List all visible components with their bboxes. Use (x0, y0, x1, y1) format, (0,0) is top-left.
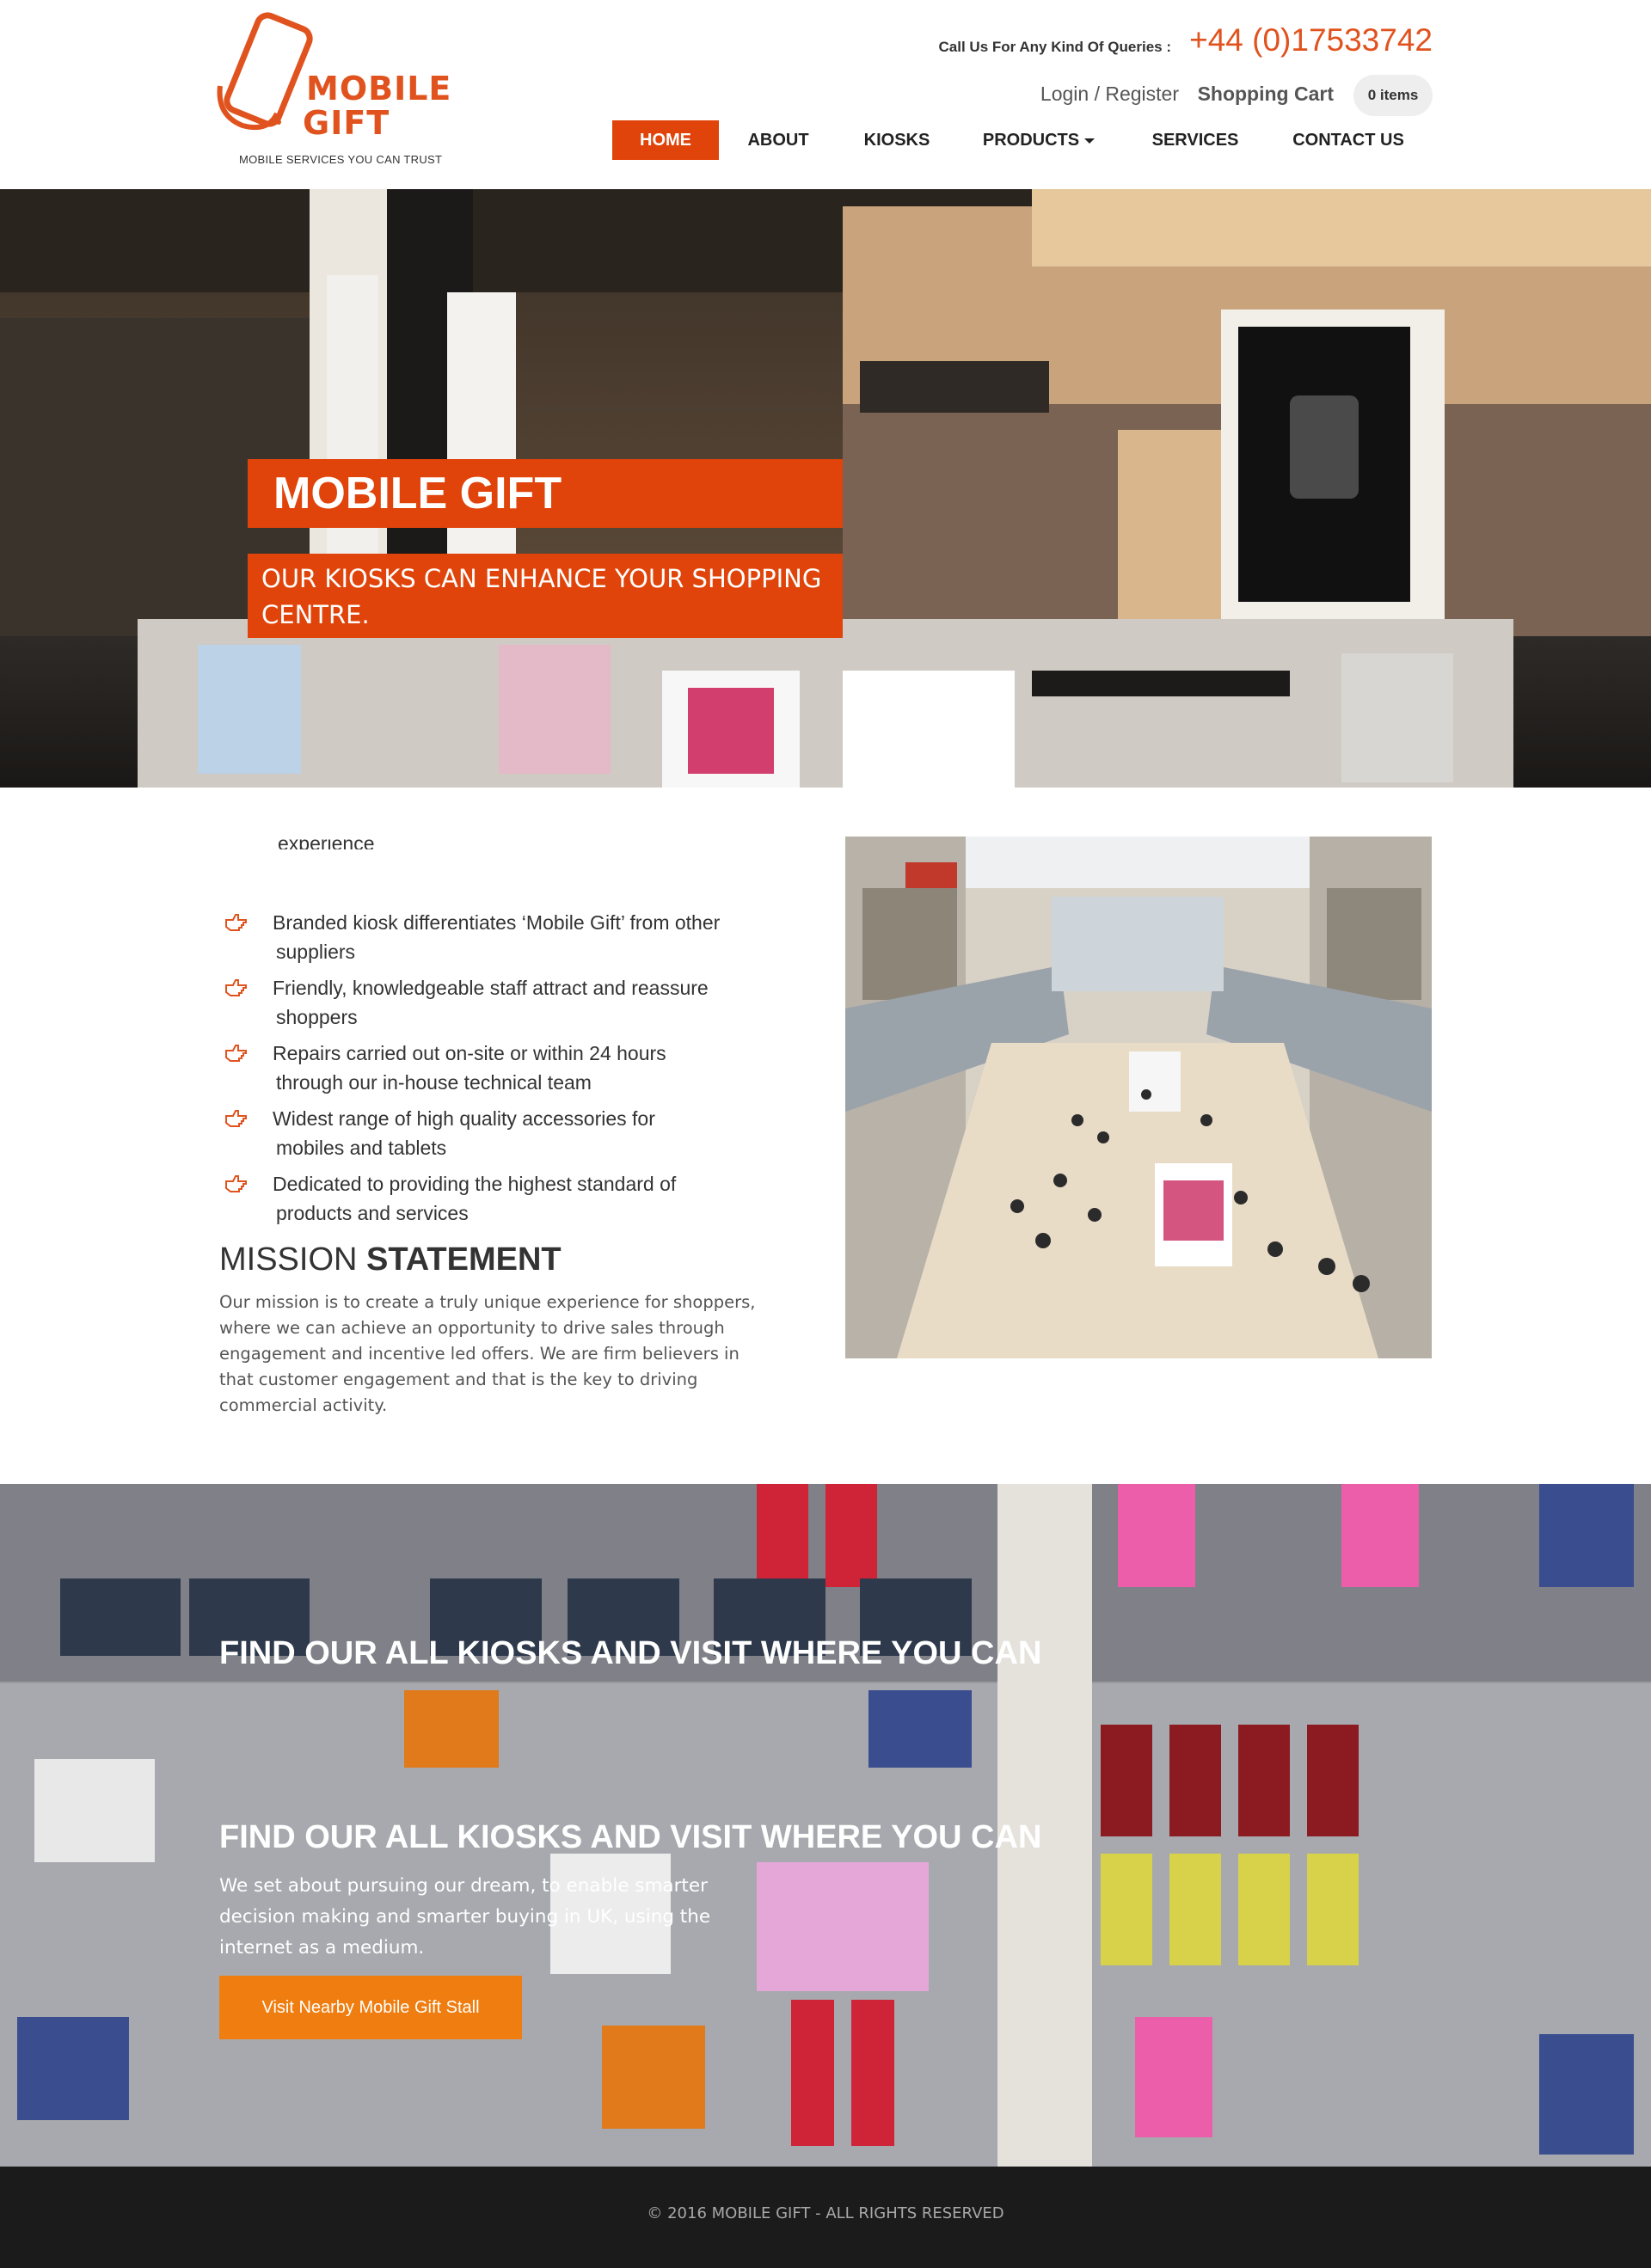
mall-photo (845, 837, 1432, 1358)
feature-line2: suppliers (276, 941, 356, 963)
logo-tagline: MOBILE SERVICES YOU CAN TRUST (239, 153, 443, 166)
feature-line2: through our in-house technical team (276, 1071, 592, 1094)
feature-line1: Friendly, knowledgeable staff attract an… (273, 977, 709, 999)
hand-pointer-icon (225, 979, 247, 996)
phone-number[interactable]: +44 (0)17533742 (1189, 22, 1433, 58)
caret-down-icon (1084, 138, 1096, 144)
logo-text-gift: GIFT (303, 104, 390, 142)
shopping-cart-link[interactable]: Shopping Cart (1198, 83, 1334, 106)
cart-items-badge[interactable]: 0 items (1353, 75, 1433, 116)
hero-banner: MOBILE GIFT OUR KIOSKS CAN ENHANCE YOUR … (0, 189, 1651, 788)
feature-line1: Dedicated to providing the highest stand… (273, 1173, 677, 1195)
hero-subtitle: OUR KIOSKS CAN ENHANCE YOUR SHOPPING CEN… (248, 554, 843, 638)
call-label: Call Us For Any Kind Of Queries : (938, 39, 1171, 55)
feature-line1: Widest range of high quality accessories… (273, 1107, 655, 1130)
mission-heading-bold: STATEMENT (366, 1241, 562, 1278)
shopping-mall-image (845, 837, 1432, 1358)
hand-pointer-icon (225, 914, 247, 931)
feature-text: Widest range of high quality accessories… (273, 1104, 771, 1162)
nav-home[interactable]: HOME (612, 120, 719, 160)
feature-item-cut: experience (278, 837, 375, 849)
site-logo[interactable]: MOBILE GIFT MOBILE SERVICES YOU CAN TRUS… (217, 12, 475, 167)
nav-about[interactable]: ABOUT (733, 120, 823, 160)
feature-text: Friendly, knowledgeable staff attract an… (273, 973, 771, 1032)
footer-copyright: © 2016 MOBILE GIFT - ALL RIGHTS RESERVED (647, 2204, 1004, 2222)
banner-text: We set about pursuing our dream, to enab… (219, 1875, 711, 1958)
feature-line1: Repairs carried out on-site or within 24… (273, 1042, 666, 1064)
content-section: experience Branded kiosk differentiates … (0, 788, 1651, 1484)
feature-line2: products and services (276, 1202, 469, 1224)
feature-line1: Branded kiosk differentiates ‘Mobile Gif… (273, 911, 721, 934)
hand-pointer-icon (225, 1110, 247, 1127)
nav-products[interactable]: PRODUCTS (975, 120, 1102, 160)
banner-heading-top: FIND OUR ALL KIOSKS AND VISIT WHERE YOU … (219, 1635, 1042, 1671)
mission-text: Our mission is to create a truly unique … (219, 1292, 756, 1415)
site-footer: © 2016 MOBILE GIFT - ALL RIGHTS RESERVED (0, 2167, 1651, 2268)
hand-pointer-icon (225, 1175, 247, 1192)
logo-text-mobile: MOBILE (306, 70, 452, 107)
hero-title: MOBILE GIFT (248, 459, 843, 528)
banner-heading: FIND OUR ALL KIOSKS AND VISIT WHERE YOU … (219, 1819, 1042, 1855)
feature-text: Repairs carried out on-site or within 24… (273, 1039, 771, 1097)
mission-heading-light: MISSION (219, 1241, 358, 1278)
hand-pointer-icon (225, 1045, 247, 1062)
nav-services[interactable]: SERVICES (1140, 120, 1250, 160)
site-header: MOBILE GIFT MOBILE SERVICES YOU CAN TRUS… (0, 0, 1651, 189)
feature-text: Dedicated to providing the highest stand… (273, 1169, 771, 1228)
mission-heading: MISSION STATEMENT (219, 1241, 562, 1278)
feature-line2: mobiles and tablets (276, 1137, 447, 1159)
visit-stall-button[interactable]: Visit Nearby Mobile Gift Stall (219, 1976, 522, 2039)
nav-kiosks[interactable]: KIOSKS (850, 120, 944, 160)
nav-contact-us[interactable]: CONTACT US (1285, 120, 1412, 160)
feature-line2: shoppers (276, 1006, 358, 1028)
nav-products-label: PRODUCTS (982, 131, 1080, 150)
feature-text: Branded kiosk differentiates ‘Mobile Gif… (273, 908, 771, 966)
kiosk-banner: FIND OUR ALL KIOSKS AND VISIT WHERE YOU … (0, 1484, 1651, 2167)
login-register-link[interactable]: Login / Register (1040, 83, 1179, 106)
